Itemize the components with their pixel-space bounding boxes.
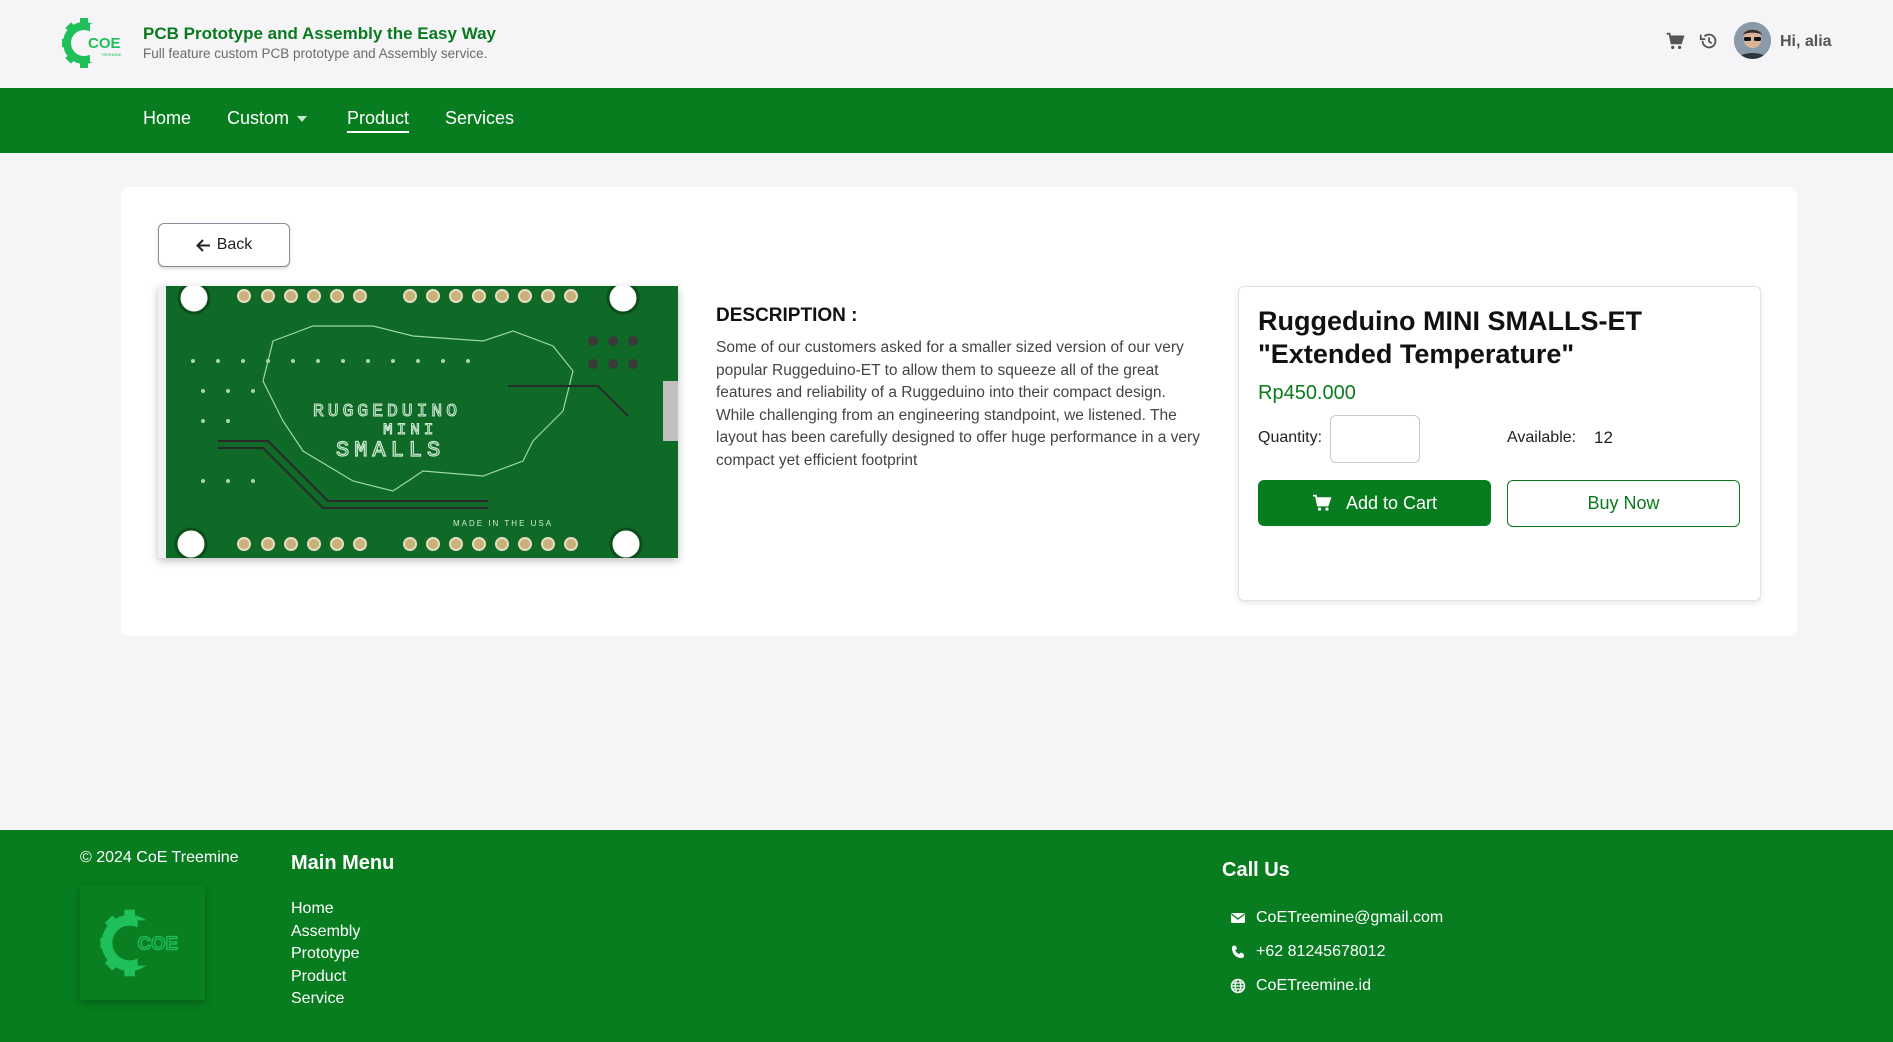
add-to-cart-button[interactable]: Add to Cart (1258, 480, 1491, 526)
coe-logo[interactable]: COE TREEMINE (62, 16, 126, 70)
user-greeting[interactable]: Hi, alia (1780, 33, 1832, 51)
nav-services[interactable]: Services (445, 108, 514, 129)
nav-product[interactable]: Product (347, 108, 410, 133)
cart-icon[interactable] (1664, 30, 1686, 52)
avatar[interactable] (1734, 22, 1771, 59)
contact-phone[interactable]: +62 81245678012 (1230, 943, 1385, 961)
svg-text:SMALLS: SMALLS (336, 438, 445, 463)
product-image: RUGGEDUINO MINI SMALLS MADE IN THE USA (158, 286, 678, 558)
svg-text:MADE IN THE USA: MADE IN THE USA (453, 519, 553, 528)
arrow-left-icon (195, 238, 210, 252)
contact-phone-text: +62 81245678012 (1256, 943, 1386, 960)
nav-home[interactable]: Home (143, 108, 191, 129)
nav-custom-label: Custom (227, 108, 290, 128)
back-label: Back (216, 236, 253, 253)
top-header: COE TREEMINE PCB Prototype and Assembly … (0, 0, 1893, 88)
site-footer: © 2024 CoE Treemine COE Main Menu Home A… (0, 830, 1893, 1042)
quantity-label: Quantity: (1258, 429, 1323, 446)
purchase-panel: Ruggeduino MINI SMALLS-ET "Extended Temp… (1238, 286, 1761, 601)
product-detail-card: Back RUGGEDUINO MINI SMALLS MADE IN THE … (121, 187, 1797, 636)
buy-now-button[interactable]: Buy Now (1507, 480, 1740, 527)
svg-text:MINI: MINI (383, 421, 437, 439)
footer-logo: COE (80, 885, 205, 1000)
available-count: 12 (1594, 428, 1613, 447)
envelope-icon (1231, 913, 1245, 923)
description-text: Some of our customers asked for a smalle… (716, 339, 1200, 469)
add-to-cart-label: Add to Cart (1345, 492, 1438, 513)
cart-icon (1312, 494, 1332, 511)
quantity-input[interactable] (1330, 415, 1420, 463)
description-title: DESCRIPTION : (716, 305, 858, 326)
contact-website-text: CoETreemine.id (1256, 977, 1372, 994)
main-menu-title: Main Menu (291, 852, 395, 874)
main-navbar: Home Custom Product Services (0, 88, 1893, 153)
chevron-down-icon (297, 116, 308, 123)
footer-link-assembly[interactable]: Assembly (291, 921, 360, 944)
brand-subtitle: Full feature custom PCB prototype and As… (143, 46, 488, 61)
footer-menu: Home Assembly Prototype Product Service (291, 898, 360, 1011)
logo-text: COE (88, 35, 121, 52)
back-button[interactable]: Back (158, 223, 290, 267)
contact-website[interactable]: CoETreemine.id (1230, 977, 1371, 995)
brand-title: PCB Prototype and Assembly the Easy Way (143, 24, 497, 43)
contact-email[interactable]: CoETreemine@gmail.com (1230, 909, 1443, 927)
history-icon[interactable] (1698, 30, 1720, 52)
footer-link-product[interactable]: Product (291, 966, 360, 989)
call-us-title: Call Us (1222, 859, 1290, 881)
svg-text:TREEMINE: TREEMINE (101, 52, 122, 57)
globe-icon (1230, 978, 1246, 994)
footer-link-home[interactable]: Home (291, 898, 360, 921)
svg-text:RUGGEDUINO: RUGGEDUINO (313, 402, 461, 422)
footer-link-service[interactable]: Service (291, 988, 360, 1011)
available-label: Available: (1507, 429, 1577, 446)
copyright: © 2024 CoE Treemine (80, 849, 239, 866)
phone-icon (1232, 945, 1244, 958)
product-price: Rp450.000 (1258, 382, 1356, 404)
footer-link-prototype[interactable]: Prototype (291, 943, 360, 966)
nav-custom[interactable]: Custom (227, 108, 308, 129)
product-name: Ruggeduino MINI SMALLS-ET "Extended Temp… (1258, 306, 1642, 369)
contact-email-text: CoETreemine@gmail.com (1256, 909, 1444, 926)
svg-text:COE: COE (137, 932, 177, 953)
